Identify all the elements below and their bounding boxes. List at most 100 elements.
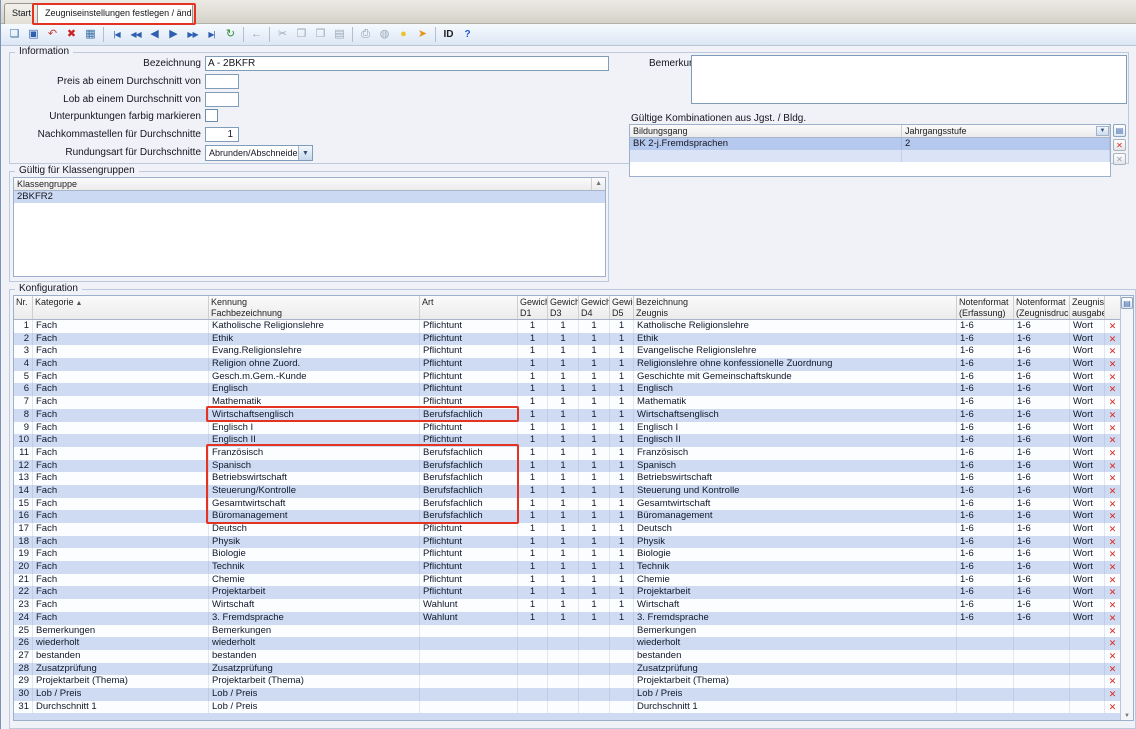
table-row[interactable]: 15FachGesamtwirtschaftBerufsfachlich1111… [14, 498, 1133, 511]
prev-record-button[interactable]: ◀ [145, 26, 164, 44]
delete-row-button[interactable]: ✕ [1105, 637, 1120, 650]
grid-settings-button[interactable]: ▤ [1113, 124, 1126, 137]
bezeichnung-input[interactable] [205, 56, 609, 71]
delete-row-button[interactable]: ✕ [1105, 472, 1120, 485]
delete-row-button[interactable]: ✕ [1105, 333, 1120, 346]
first-record-button[interactable]: |◀ [107, 26, 126, 44]
table-row[interactable]: 13FachBetriebswirtschaftBerufsfachlich11… [14, 472, 1133, 485]
table-row[interactable]: 21FachChemiePflichtunt1111Chemie1-61-6Wo… [14, 574, 1133, 587]
id-button-button[interactable]: ID [439, 26, 458, 44]
table-row[interactable]: 9FachEnglisch IPflichtunt1111Englisch I1… [14, 422, 1133, 435]
delete-row-button[interactable]: ✕ [1105, 485, 1120, 498]
table-row[interactable]: 25BemerkungenBemerkungenBemerkungen✕ [14, 625, 1133, 638]
refresh-button[interactable]: ↻ [221, 26, 240, 44]
fast-prev-button[interactable]: ◀◀ [126, 26, 145, 44]
table-row[interactable]: 28ZusatzprüfungZusatzprüfungZusatzprüfun… [14, 663, 1133, 676]
table-row[interactable]: 26wiederholtwiederholtwiederholt✕ [14, 637, 1133, 650]
delete-row-button[interactable]: ✕ [1105, 498, 1120, 511]
table-row[interactable]: 11FachFranzösischBerufsfachlich1111Franz… [14, 447, 1133, 460]
delete-row-button[interactable]: ✕ [1105, 383, 1120, 396]
delete-row-button[interactable]: ✕ [1105, 460, 1120, 473]
save-button[interactable]: ▣ [24, 26, 43, 44]
column-header-d4[interactable]: GewichtD4 [579, 296, 610, 319]
preis-input[interactable] [205, 74, 239, 89]
column-header-bildungsgang[interactable]: Bildungsgang [630, 125, 902, 137]
bemerkung-textarea[interactable] [691, 55, 1127, 104]
delete-row-button[interactable]: ✕ [1105, 320, 1120, 333]
table-row[interactable]: 31Durchschnitt 1Lob / PreisDurchschnitt … [14, 701, 1133, 714]
table-row[interactable]: 27bestandenbestandenbestanden✕ [14, 650, 1133, 663]
delete-row-button[interactable]: ✕ [1105, 650, 1120, 663]
column-header-klassengruppe[interactable]: Klassengruppe [14, 178, 592, 190]
delete-row-button[interactable]: ✕ [1105, 409, 1120, 422]
delete-row-button[interactable]: ✕ [1105, 371, 1120, 384]
table-row[interactable]: 2FachEthikPflichtunt1111Ethik1-61-6Wort✕ [14, 333, 1133, 346]
delete-row-button[interactable]: ✕ [1105, 625, 1120, 638]
rundungsart-select[interactable]: Abrunden/Abschneiden ▼ [205, 145, 313, 161]
delete-kombination-button[interactable]: ✕ [1113, 139, 1126, 151]
table-row[interactable]: 20FachTechnikPflichtunt1111Technik1-61-6… [14, 561, 1133, 574]
column-header-kategorie[interactable]: Kategorie ▲ [33, 296, 209, 319]
column-header-bezeichnung[interactable]: BezeichnungZeugnis [634, 296, 957, 319]
delete-row-button[interactable]: ✕ [1105, 358, 1120, 371]
column-header-art[interactable]: Art [420, 296, 518, 319]
table-row[interactable]: 8FachWirtschaftsenglischBerufsfachlich11… [14, 409, 1133, 422]
table-row[interactable]: 24Fach3. FremdspracheWahlunt11113. Fremd… [14, 612, 1133, 625]
column-header-nr[interactable]: Nr. [14, 296, 33, 319]
klassengruppe-row[interactable]: 2BKFR2 [14, 191, 605, 203]
help-button[interactable]: ? [458, 26, 477, 44]
table-row[interactable]: 22FachProjektarbeitPflichtunt1111Projekt… [14, 586, 1133, 599]
column-header-d3[interactable]: GewichtD3 [548, 296, 579, 319]
delete-row-button[interactable]: ✕ [1105, 701, 1120, 714]
table-row[interactable]: 19FachBiologiePflichtunt1111Biologie1-61… [14, 548, 1133, 561]
delete-row-button[interactable]: ✕ [1105, 536, 1120, 549]
hint-button[interactable]: ● [394, 26, 413, 44]
last-record-button[interactable]: ▶| [202, 26, 221, 44]
table-row[interactable]: 3FachEvang.ReligionslehrePflichtunt1111E… [14, 345, 1133, 358]
delete-row-button[interactable]: ✕ [1105, 561, 1120, 574]
scroll-down-icon[interactable]: ▼ [1124, 713, 1130, 719]
delete-row-button[interactable]: ✕ [1105, 345, 1120, 358]
delete-button[interactable]: ✖ [62, 26, 81, 44]
column-settings-button[interactable]: ▤ [1121, 297, 1133, 309]
delete-row-button[interactable]: ✕ [1105, 599, 1120, 612]
tab-zeugniseinstellungen[interactable]: Zeugniseinstellungen festlegen / ändern✕ [37, 3, 193, 24]
table-row[interactable]: 17FachDeutschPflichtunt1111Deutsch1-61-6… [14, 523, 1133, 536]
column-header-kennung[interactable]: KennungFachbezeichnung [209, 296, 420, 319]
table-row[interactable]: 18FachPhysikPflichtunt1111Physik1-61-6Wo… [14, 536, 1133, 549]
new-record-button[interactable]: ❏ [5, 26, 24, 44]
delete-row-button[interactable]: ✕ [1105, 523, 1120, 536]
lob-input[interactable] [205, 92, 239, 107]
column-dropdown-button[interactable]: ▼ [1096, 126, 1109, 136]
column-header-nf_erf[interactable]: Notenformat(Erfassung) [957, 296, 1014, 319]
table-row[interactable]: 7FachMathematikPflichtunt1111Mathematik1… [14, 396, 1133, 409]
edit-grid-button[interactable]: ▦ [81, 26, 100, 44]
unterpunktungen-checkbox[interactable] [205, 109, 218, 122]
delete-row-button[interactable]: ✕ [1105, 548, 1120, 561]
table-row[interactable]: 5FachGesch.m.Gem.-KundePflichtunt1111Ges… [14, 371, 1133, 384]
chevron-down-icon[interactable]: ▼ [298, 146, 312, 160]
delete-row-button[interactable]: ✕ [1105, 422, 1120, 435]
delete-row-button[interactable]: ✕ [1105, 574, 1120, 587]
table-row[interactable]: 6FachEnglischPflichtunt1111Englisch1-61-… [14, 383, 1133, 396]
column-header-d5[interactable]: GewichtD5 [610, 296, 634, 319]
table-row[interactable]: 4FachReligion ohne Zuord.Pflichtunt1111R… [14, 358, 1133, 371]
nachkommastellen-input[interactable] [205, 127, 239, 142]
delete-row-button[interactable]: ✕ [1105, 688, 1120, 701]
delete-row-button[interactable]: ✕ [1105, 675, 1120, 688]
table-row[interactable]: 30Lob / PreisLob / PreisLob / Preis✕ [14, 688, 1133, 701]
table-row[interactable]: 16FachBüromanagementBerufsfachlich1111Bü… [14, 510, 1133, 523]
kombination-row[interactable]: BK 2-j.Fremdsprachen2 [630, 138, 1110, 150]
delete-row-button[interactable]: ✕ [1105, 434, 1120, 447]
table-row[interactable]: 12FachSpanischBerufsfachlich1111Spanisch… [14, 460, 1133, 473]
undo-button[interactable]: ↶ [43, 26, 62, 44]
table-row[interactable]: 29Projektarbeit (Thema)Projektarbeit (Th… [14, 675, 1133, 688]
table-row[interactable]: 1FachKatholische ReligionslehrePflichtun… [14, 320, 1133, 333]
delete-row-button[interactable]: ✕ [1105, 586, 1120, 599]
delete-row-button[interactable]: ✕ [1105, 447, 1120, 460]
announce-button[interactable]: ➤ [413, 26, 432, 44]
column-header-nf_druck[interactable]: Notenformat(Zeugnisdruck) [1014, 296, 1070, 319]
delete-row-button[interactable]: ✕ [1105, 663, 1120, 676]
delete-row-button[interactable]: ✕ [1105, 612, 1120, 625]
table-row[interactable]: 14FachSteuerung/KontrolleBerufsfachlich1… [14, 485, 1133, 498]
